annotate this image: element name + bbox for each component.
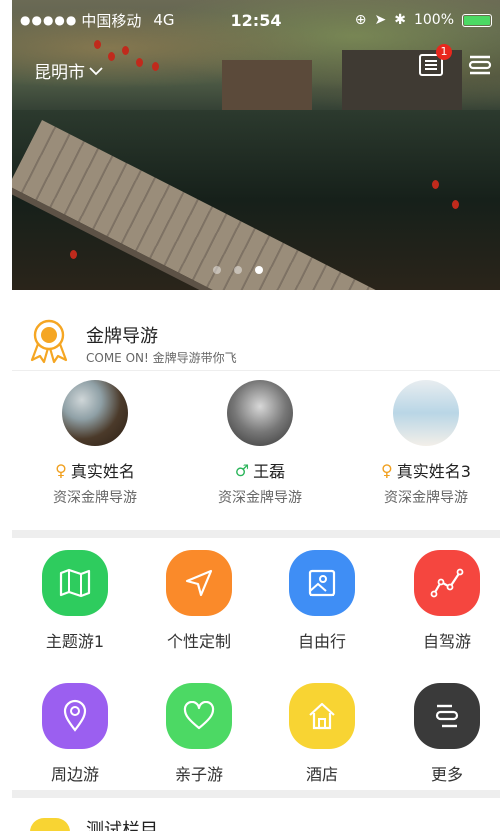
- chevron-down-icon: [89, 66, 103, 75]
- lantern: [108, 52, 115, 61]
- menu-icon[interactable]: [466, 52, 494, 78]
- avatar[interactable]: [62, 380, 128, 446]
- category-label: 周边游: [50, 765, 99, 784]
- category-more[interactable]: 更多: [391, 683, 500, 785]
- avatar[interactable]: [227, 380, 293, 446]
- lantern: [94, 40, 101, 49]
- category-label: 个性定制: [166, 632, 231, 651]
- battery-percent: 100%: [413, 12, 454, 28]
- section-icon: [30, 818, 70, 831]
- banner-pagination: [213, 266, 263, 274]
- lantern: [136, 58, 143, 67]
- guide-name: 王磊: [253, 462, 286, 481]
- navigation-arrow-icon: [166, 550, 232, 616]
- category-family[interactable]: 亲子游: [143, 683, 255, 785]
- lantern: [152, 62, 159, 71]
- guide-role: 资深金牌导游: [384, 490, 468, 506]
- city-name: 昆明市: [34, 63, 85, 83]
- guide-role: 资深金牌导游: [218, 490, 302, 506]
- guide-name: 真实姓名: [70, 462, 135, 481]
- category-free-travel[interactable]: 自由行: [266, 550, 378, 652]
- hero-banner[interactable]: [12, 0, 500, 290]
- network-type: 4G: [153, 11, 175, 29]
- category-label: 自驾游: [422, 632, 471, 651]
- divider: [12, 370, 500, 371]
- heart-icon: [166, 683, 232, 749]
- female-icon: ♀: [55, 460, 67, 480]
- trend-line-icon: [414, 550, 480, 616]
- clock: 12:54: [230, 10, 282, 30]
- medal-icon: [30, 319, 68, 364]
- guide-card[interactable]: ♀ 真实姓名3 资深金牌导游: [346, 380, 500, 507]
- section-title: 测试栏目: [86, 820, 158, 831]
- lantern: [70, 250, 77, 259]
- section-divider: [12, 530, 500, 538]
- male-icon: ♂: [234, 460, 250, 480]
- map-icon: [42, 550, 108, 616]
- notification-badge: 1: [436, 44, 452, 60]
- lantern: [452, 200, 459, 209]
- category-label: 主题游1: [45, 632, 105, 651]
- category-label: 亲子游: [174, 765, 223, 784]
- city-selector[interactable]: 昆明市: [34, 58, 103, 83]
- guide-card[interactable]: ♀ 真实姓名 资深金牌导游: [15, 380, 175, 507]
- category-label: 自由行: [297, 632, 346, 651]
- category-label: 更多: [430, 765, 463, 784]
- pagination-dot[interactable]: [213, 266, 221, 274]
- category-theme-tour[interactable]: 主题游1: [19, 550, 131, 652]
- category-label: 酒店: [305, 765, 338, 784]
- carrier-name: 中国移动: [81, 11, 142, 30]
- category-hotel[interactable]: 酒店: [266, 683, 378, 785]
- pagination-dot[interactable]: [234, 266, 242, 274]
- guide-card[interactable]: ♂ 王磊 资深金牌导游: [180, 380, 340, 507]
- category-self-drive[interactable]: 自驾游: [391, 550, 500, 652]
- location-pin-icon: [42, 683, 108, 749]
- location-icon: ➤: [374, 12, 387, 28]
- battery-icon: [462, 13, 492, 27]
- section-subtitle: COME ON! 金牌导游带你飞: [86, 351, 237, 365]
- orientation-lock-icon: ⊕: [354, 12, 367, 28]
- section-title: 金牌导游: [86, 326, 158, 347]
- section-divider: [12, 790, 500, 798]
- female-icon: ♀: [381, 460, 393, 480]
- category-custom[interactable]: 个性定制: [143, 550, 255, 652]
- lantern: [122, 46, 129, 55]
- avatar[interactable]: [393, 380, 459, 446]
- guide-name: 真实姓名3: [396, 462, 471, 481]
- lantern: [432, 180, 439, 189]
- bluetooth-icon: ✱: [394, 12, 406, 28]
- category-nearby[interactable]: 周边游: [19, 683, 131, 785]
- picture-icon: [289, 550, 355, 616]
- guide-role: 资深金牌导游: [53, 490, 137, 506]
- signal-strength: ●●●●●: [20, 13, 78, 27]
- status-bar: ●●●●● 中国移动 4G 12:54 ⊕ ➤ ✱ 100%: [12, 0, 500, 40]
- pagination-dot-active[interactable]: [255, 266, 263, 274]
- more-icon: [414, 683, 480, 749]
- home-icon: [289, 683, 355, 749]
